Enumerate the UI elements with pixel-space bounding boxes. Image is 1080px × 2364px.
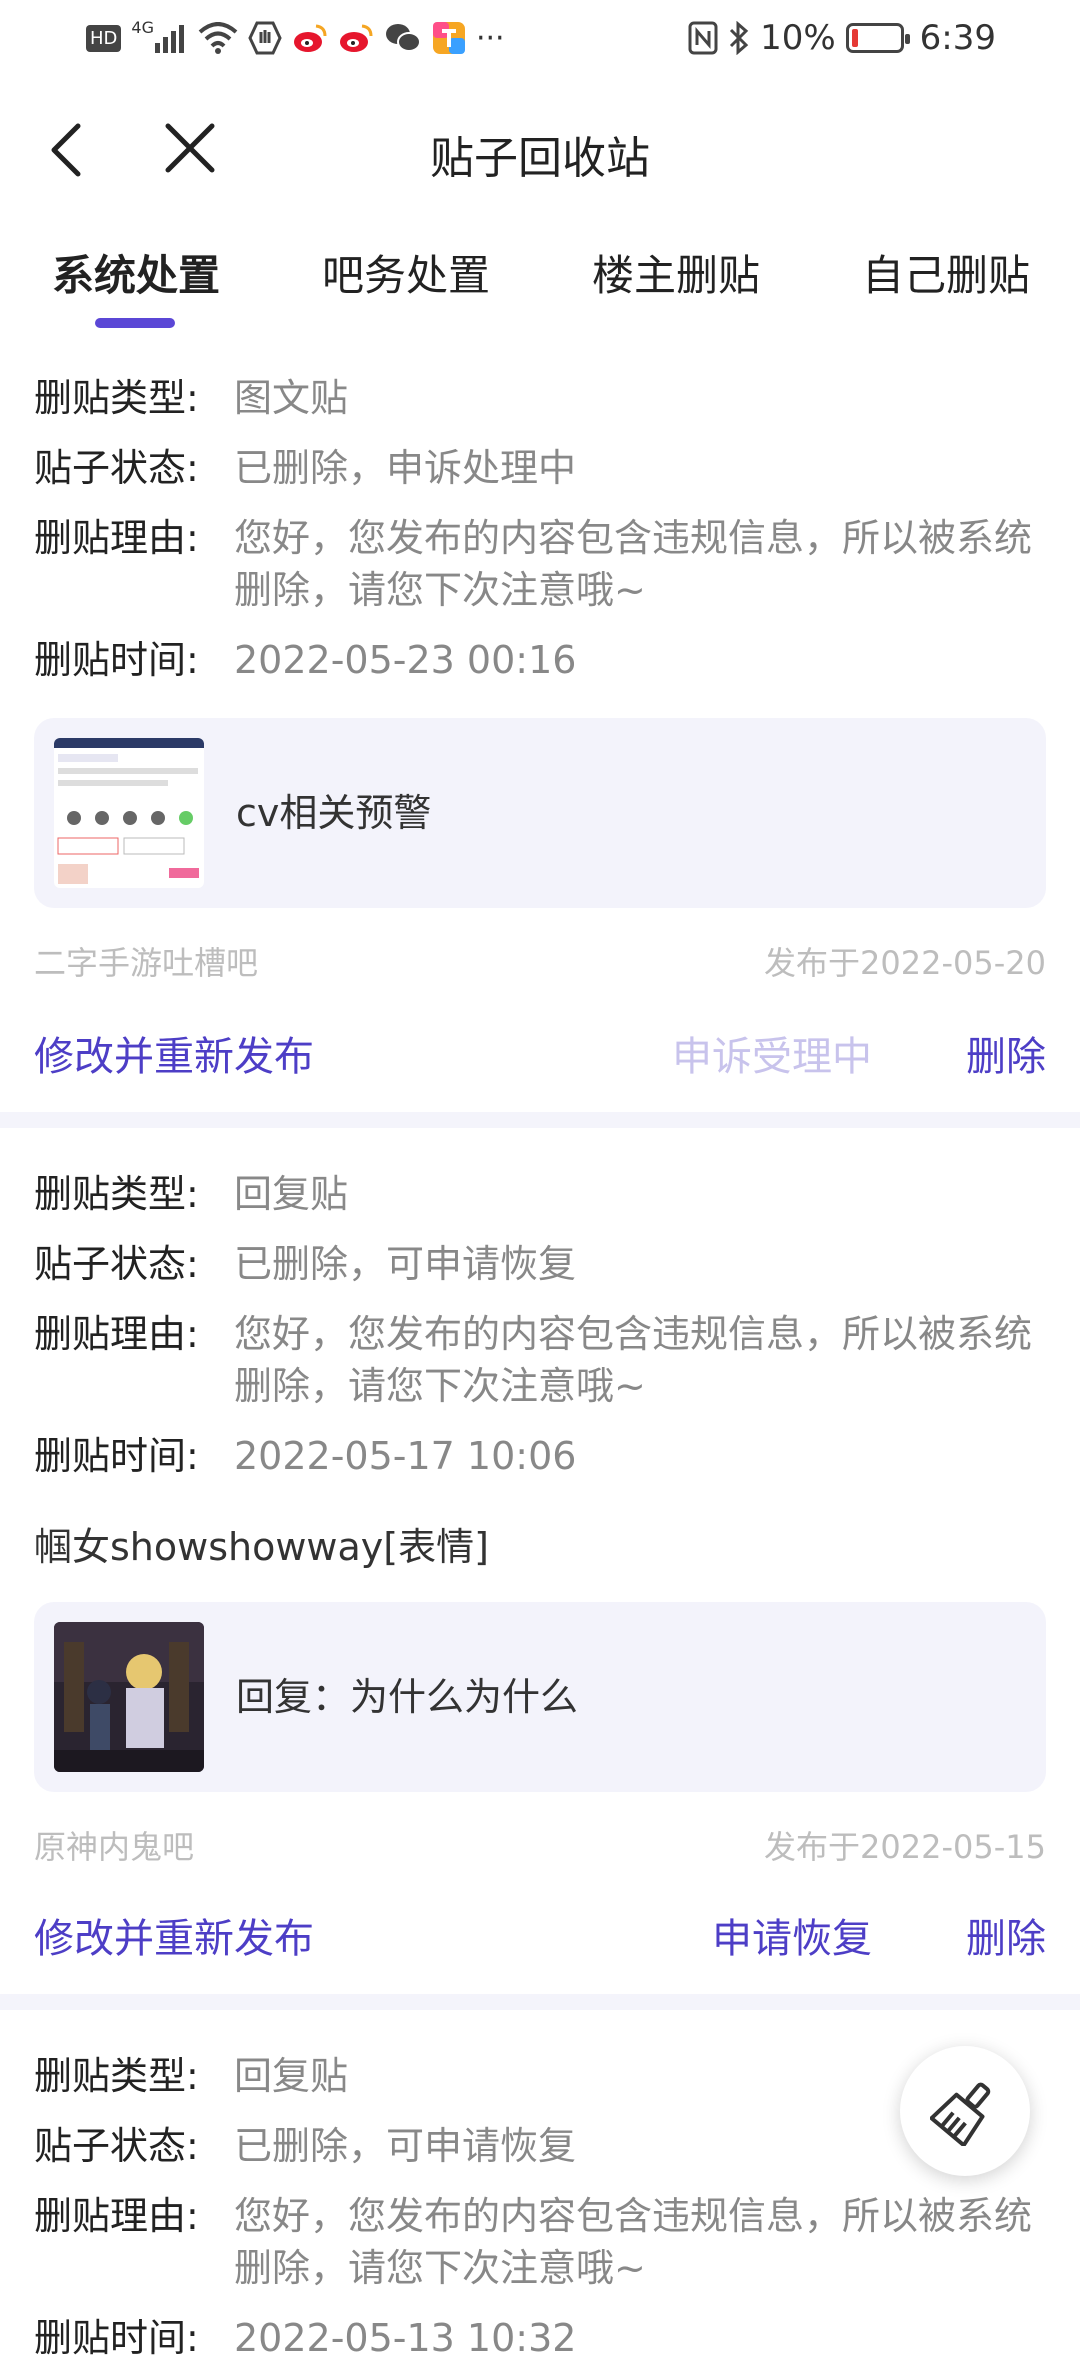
edit-republish-button[interactable]: 修改并重新发布 <box>34 1906 314 1964</box>
delete-type-label: 删贴类型: <box>34 1172 199 1216</box>
forum-name[interactable]: 原神内鬼吧 <box>34 1822 194 1868</box>
network-type-label: 4G <box>131 18 154 37</box>
status-value: 已删除，申诉处理中 <box>234 446 577 490</box>
battery-percent: 10% <box>760 18 836 58</box>
edit-republish-button[interactable]: 修改并重新发布 <box>34 1024 314 1082</box>
wifi-icon <box>198 18 238 58</box>
delete-type-label: 删贴类型: <box>34 376 199 420</box>
delete-button[interactable]: 删除 <box>966 1906 1046 1964</box>
delete-button[interactable]: 删除 <box>966 1024 1046 1082</box>
tab-self-deleted[interactable]: 自己删贴 <box>862 242 1030 303</box>
post-thumbnail <box>54 738 204 888</box>
time-label: 删贴时间: <box>34 638 199 682</box>
reason-label: 删贴理由: <box>34 1312 199 1356</box>
section-divider <box>0 1112 1080 1128</box>
status-bar-right: 10% 6:39 <box>688 18 996 58</box>
hd-label: HD <box>86 24 122 52</box>
reply-content: 帼女showshowway[表情] <box>34 1525 489 1569</box>
tab-admin[interactable]: 吧务处置 <box>322 242 490 303</box>
status-value: 已删除，可申请恢复 <box>234 1242 577 1286</box>
section-divider <box>0 1994 1080 2010</box>
nfc-icon <box>688 18 718 58</box>
broom-icon <box>930 2082 991 2146</box>
post-title: 回复：为什么为什么 <box>236 1675 579 1719</box>
forum-name[interactable]: 二字手游吐槽吧 <box>34 938 258 984</box>
post-title: cv相关预警 <box>236 791 432 835</box>
page-title: 贴子回收站 <box>430 133 650 184</box>
delete-type-label: 删贴类型: <box>34 2054 199 2098</box>
appeal-status-label: 申诉受理中 <box>672 1034 872 1080</box>
reason-value: 您好，您发布的内容包含违规信息，所以被系统删除，请您下次注意哦~ <box>234 2194 1033 2290</box>
time-value: 2022-05-23 00:16 <box>234 638 577 682</box>
status-bar: HD 4G ··· 10% 6:39 <box>0 0 1080 80</box>
post-card[interactable]: 回复：为什么为什么 <box>34 1602 1046 1792</box>
status-label: 贴子状态: <box>34 2124 199 2168</box>
weibo-icon <box>292 18 328 58</box>
tab-indicator <box>95 318 175 328</box>
app-icon <box>432 18 466 58</box>
reason-value: 您好，您发布的内容包含违规信息，所以被系统删除，请您下次注意哦~ <box>234 1312 1033 1408</box>
tab-op-deleted[interactable]: 楼主删贴 <box>592 242 760 303</box>
hand-app-icon <box>248 18 282 58</box>
clock: 6:39 <box>919 18 996 58</box>
bluetooth-icon <box>728 18 750 58</box>
time-value: 2022-05-13 10:32 <box>234 2316 577 2360</box>
wechat-icon <box>384 18 422 58</box>
time-label: 删贴时间: <box>34 1434 199 1478</box>
hd-icon: HD <box>86 18 122 58</box>
more-icon: ··· <box>475 20 505 56</box>
signal-icon: 4G <box>131 18 188 58</box>
delete-type-value: 图文贴 <box>234 376 349 420</box>
top-navbar: 贴子回收站 <box>0 80 1080 220</box>
status-bar-left: HD 4G ··· <box>86 18 505 58</box>
battery-icon <box>845 23 910 53</box>
time-value: 2022-05-17 10:06 <box>234 1434 577 1478</box>
post-thumbnail <box>54 1622 204 1772</box>
reason-label: 删贴理由: <box>34 516 199 560</box>
reason-label: 删贴理由: <box>34 2194 199 2238</box>
tab-bar: 系统处置 吧务处置 楼主删贴 自己删贴 <box>0 230 1080 330</box>
reason-value: 您好，您发布的内容包含违规信息，所以被系统删除，请您下次注意哦~ <box>234 516 1033 612</box>
weibo-icon <box>338 18 374 58</box>
publish-date: 发布于2022-05-20 <box>764 944 1046 982</box>
request-restore-button[interactable]: 申请恢复 <box>712 1906 872 1964</box>
clean-all-button[interactable] <box>900 2046 1030 2176</box>
publish-date: 发布于2022-05-15 <box>764 1828 1046 1866</box>
status-label: 贴子状态: <box>34 1242 199 1286</box>
time-label: 删贴时间: <box>34 2316 199 2360</box>
delete-type-value: 回复贴 <box>234 1172 349 1216</box>
tab-system[interactable]: 系统处置 <box>52 242 220 303</box>
status-label: 贴子状态: <box>34 446 199 490</box>
post-card[interactable]: cv相关预警 <box>34 718 1046 908</box>
